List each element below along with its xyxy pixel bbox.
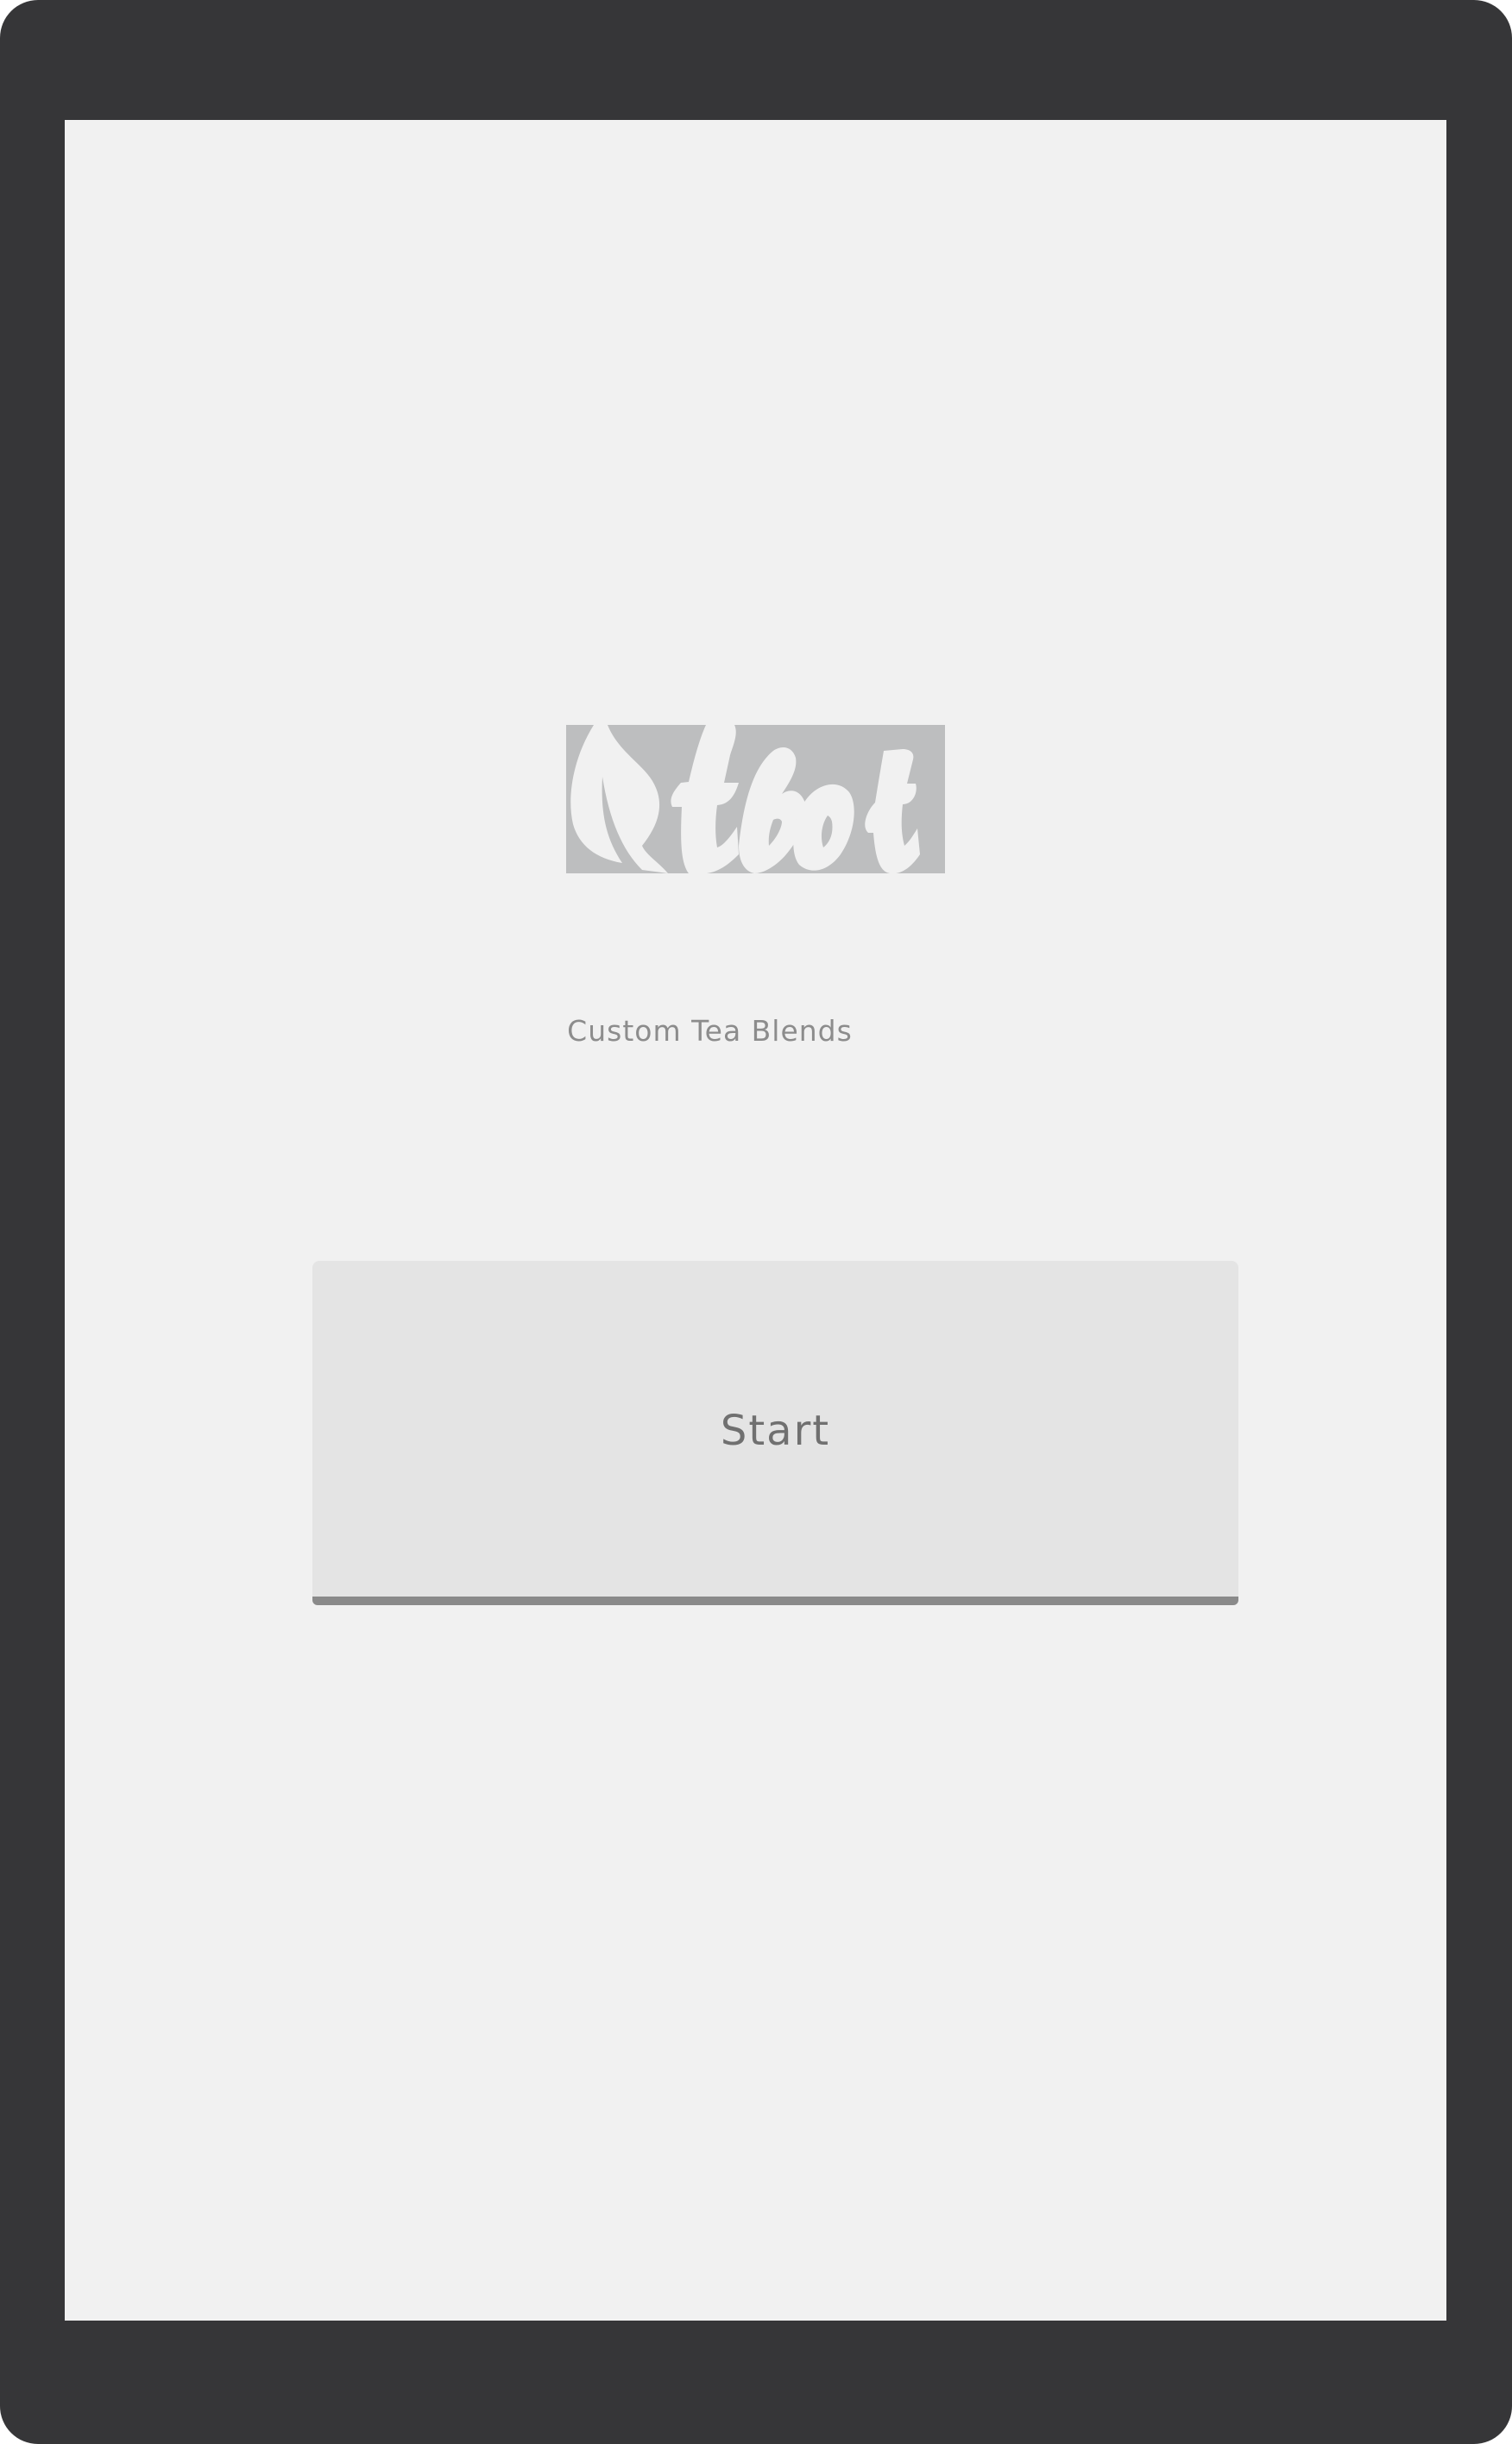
- tbot-logo-graphic: [566, 725, 945, 873]
- tagline: Custom Tea Blends: [567, 1014, 853, 1048]
- tablet-frame: Custom Tea Blends Start: [0, 0, 1512, 2444]
- start-button-label: Start: [720, 1406, 831, 1455]
- start-button[interactable]: Start: [312, 1261, 1238, 1605]
- app-screen: Custom Tea Blends Start: [65, 120, 1446, 2321]
- tbot-logo: [566, 725, 945, 873]
